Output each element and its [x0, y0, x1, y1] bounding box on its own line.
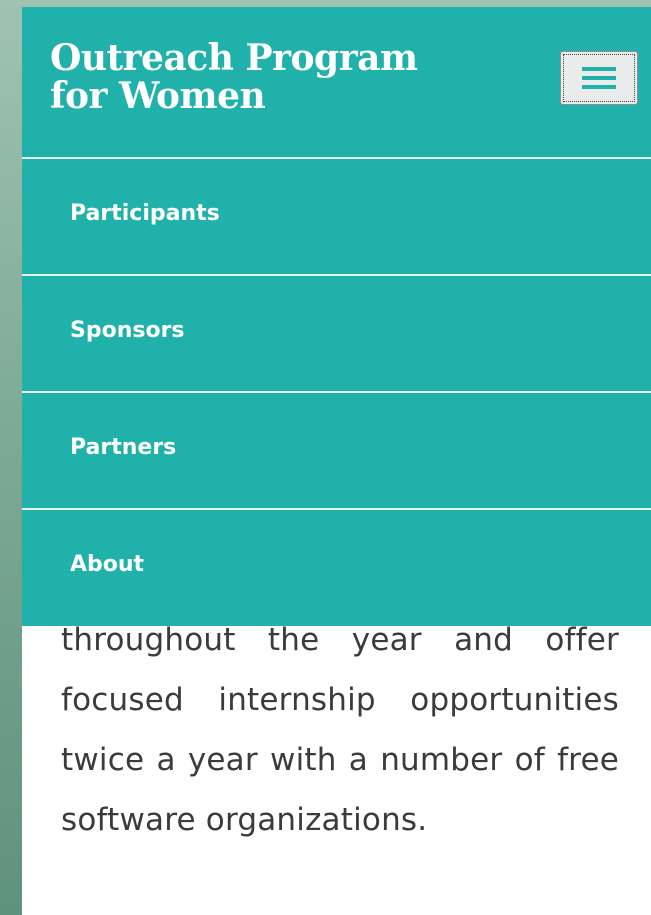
- hamburger-icon: [582, 62, 616, 94]
- nav-menu: Participants Sponsors Partners About: [22, 159, 651, 627]
- page: throughout the year and offer focused in…: [22, 7, 651, 915]
- navbar-header: Outreach Program for Women: [22, 7, 651, 159]
- nav-item-participants[interactable]: Participants: [22, 159, 651, 276]
- navbar: Outreach Program for Women Participants …: [22, 7, 651, 626]
- nav-item-sponsors[interactable]: Sponsors: [22, 276, 651, 393]
- site-brand[interactable]: Outreach Program for Women: [50, 39, 418, 115]
- brand-line-2: for Women: [50, 75, 266, 117]
- nav-item-about[interactable]: About: [22, 510, 651, 627]
- brand-line-1: Outreach Program: [50, 37, 418, 79]
- nav-item-partners[interactable]: Partners: [22, 393, 651, 510]
- intro-paragraph: throughout the year and offer focused in…: [61, 622, 619, 838]
- nav-link-sponsors[interactable]: Sponsors: [70, 318, 185, 343]
- menu-toggle-button[interactable]: [560, 51, 638, 105]
- nav-link-participants[interactable]: Participants: [70, 201, 220, 226]
- nav-link-about[interactable]: About: [70, 552, 144, 577]
- nav-link-partners[interactable]: Partners: [70, 435, 176, 460]
